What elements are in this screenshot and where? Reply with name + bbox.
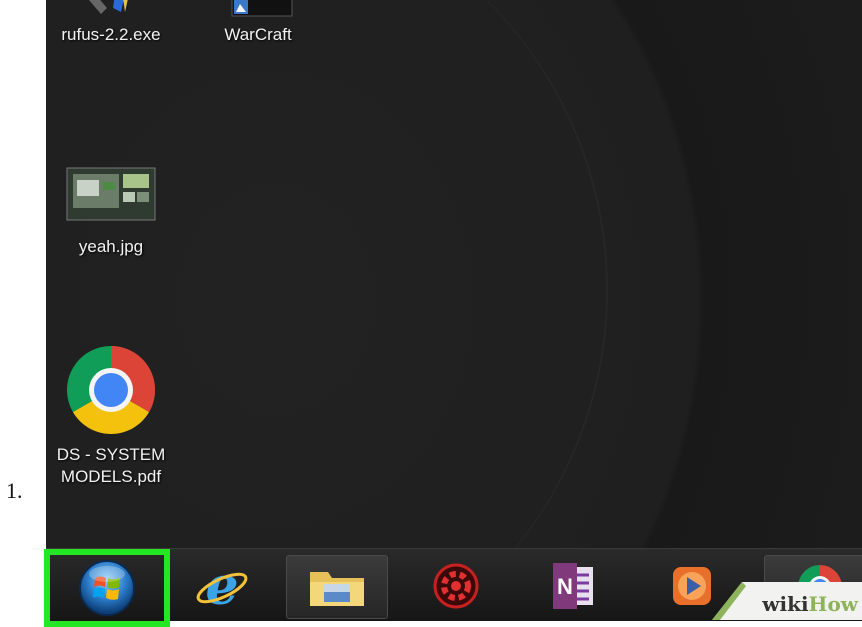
- desktop-icon-rufus[interactable]: rufus-2.2.exe: [46, 0, 176, 46]
- icon-label-yeah-jpg: yeah.jpg: [78, 237, 144, 256]
- usb-drive-icon: [89, 0, 128, 14]
- wikihow-logo-text: wikiHow: [762, 592, 858, 616]
- onenote-glyph: N: [557, 574, 573, 599]
- windows-orb-icon: [79, 560, 135, 616]
- folder-icon: [310, 572, 364, 606]
- wikihow-wiki: wiki: [762, 592, 809, 616]
- taskbar-file-explorer[interactable]: [286, 555, 388, 619]
- media-player-icon: [673, 567, 711, 605]
- icon-label-rufus: rufus-2.2.exe: [61, 25, 161, 44]
- wikihow-how: How: [808, 592, 858, 616]
- step-number: 1.: [6, 478, 23, 503]
- svg-text:e: e: [205, 558, 238, 614]
- taskbar-internet-explorer[interactable]: e: [172, 555, 272, 617]
- desktop: rufus-2.2.exe WarCraft yeah.jpg DS - SYS…: [46, 0, 862, 548]
- internet-explorer-icon: e: [196, 558, 248, 614]
- desktop-icon-warcraft[interactable]: WarCraft: [198, 0, 318, 46]
- icon-label-warcraft: WarCraft: [224, 25, 292, 44]
- icon-label-ds-system-line1: DS - SYSTEM: [56, 445, 166, 464]
- image-thumbnail-icon: [66, 167, 156, 221]
- red-gear-icon: [433, 563, 479, 609]
- taskbar-onenote[interactable]: N: [524, 555, 624, 617]
- start-button[interactable]: [52, 557, 162, 619]
- desktop-icon-yeah-jpg[interactable]: yeah.jpg: [46, 162, 176, 258]
- desktop-icon-ds-system-models[interactable]: DS - SYSTEM MODELS.pdf: [46, 344, 176, 488]
- chrome-icon: [67, 346, 155, 434]
- onenote-icon: N: [553, 563, 593, 609]
- taskbar-settings-app[interactable]: [406, 555, 506, 617]
- icon-label-ds-system-line2: MODELS.pdf: [60, 467, 162, 486]
- game-shortcut-icon: [231, 0, 293, 17]
- wikihow-watermark: wikiHow: [712, 582, 862, 620]
